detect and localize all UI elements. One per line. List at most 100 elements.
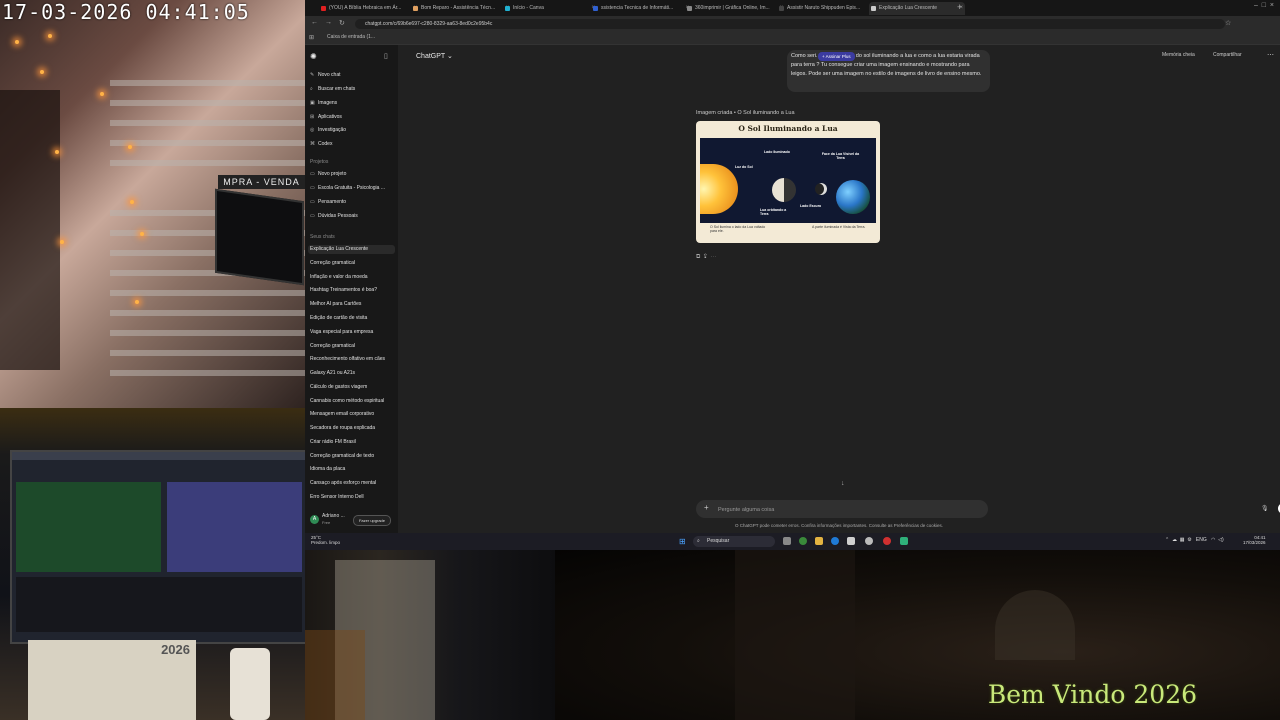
chevron-up-icon[interactable]: ⌃ <box>1165 537 1169 543</box>
forward-icon[interactable]: → <box>325 19 332 26</box>
browser-tab[interactable]: (YOU) A Bíblia Hebraica em Ár...× <box>319 2 419 15</box>
weather-widget[interactable]: 25°C Predom. limpo <box>311 535 340 545</box>
browser-tab[interactable]: Bom Reparo - Assistência Técn...× <box>411 2 511 15</box>
share-button[interactable]: Compartilhar <box>1213 52 1242 58</box>
sidebar-item-new-chat[interactable]: ✎ Novo chat <box>310 71 395 80</box>
sidebar-toggle-icon[interactable]: ▯ <box>384 52 388 60</box>
task-view-icon[interactable] <box>783 537 791 545</box>
chat-history-item[interactable]: Criar rádio FM Brasil <box>310 438 395 447</box>
chat-history-item[interactable]: Vaga especial para empresa <box>310 328 395 337</box>
browser-tab[interactable]: ssistencia Tecnica de Informáti...× <box>591 2 691 15</box>
browser-tab-active[interactable]: Explicação Lua Crescente × <box>869 2 965 15</box>
shelf-shadow <box>735 550 855 720</box>
desk-calendar: 2026 <box>28 640 196 720</box>
system-tray[interactable]: ⌃ ☁ ▦ ⚙ ENG ◠ ◁) <box>1165 537 1224 543</box>
apps-grid-icon[interactable]: ⊞ <box>309 34 314 41</box>
microphone-icon[interactable]: 🎙 <box>1261 505 1269 512</box>
sidebar-item-research[interactable]: ◎ Investigação <box>310 126 395 135</box>
star-icon[interactable]: ☆ <box>1225 19 1231 27</box>
edge-icon[interactable] <box>831 537 839 545</box>
chat-history-item[interactable]: Secadora de roupa explicada <box>310 424 395 433</box>
chrome-icon[interactable] <box>799 537 807 545</box>
image-space-scene: Luz do Sol Lado Iluminado Face da Lua Vi… <box>700 138 876 223</box>
sidebar-project[interactable]: ▭ Pensamento <box>310 198 395 207</box>
sidebar-item-label: Dúvidas Pessoais <box>318 213 358 219</box>
sidebar-item-codex[interactable]: ⌘ Codex <box>310 140 395 149</box>
browser-tab[interactable]: 360imprimir | Gráfica Online, Im...× <box>685 2 785 15</box>
chat-history-item[interactable]: Cansaço após esforço mental <box>310 479 395 488</box>
chat-history-item[interactable]: Galaxy A21 ou A21s <box>310 369 395 378</box>
sidebar-item-label: Codex <box>318 141 333 147</box>
chrome-profile-icon[interactable] <box>883 537 891 545</box>
sidebar-project[interactable]: ▭ Novo projeto <box>310 170 395 179</box>
chat-history-item[interactable]: Idioma da placa <box>310 465 395 474</box>
chat-history-item[interactable]: Melhor AI para Cartões <box>310 300 395 309</box>
tab-favicon <box>871 6 876 11</box>
back-icon[interactable]: ← <box>311 19 318 26</box>
prompt-input[interactable] <box>716 504 950 516</box>
chat-history-item[interactable]: Inflação e valor da moeda <box>310 273 395 282</box>
string-light <box>130 200 134 204</box>
sidebar-item-apps[interactable]: ⊞ Aplicativos <box>310 113 395 122</box>
chat-main <box>398 45 1280 533</box>
chat-history-item[interactable]: Reconhecimento olfativo em cães <box>310 355 395 364</box>
wall-tv <box>215 188 304 286</box>
street-sign: MPRA - VENDA <box>218 175 305 189</box>
system-clock[interactable]: 04:41 17/03/2026 <box>1243 535 1266 545</box>
browser-tab[interactable]: Início - Canva× <box>503 2 597 15</box>
avatar[interactable]: A <box>310 515 319 524</box>
chat-history-item[interactable]: Edição de cartão de visita <box>310 314 395 323</box>
volume-icon[interactable]: ◁) <box>1218 537 1224 543</box>
sidebar-project[interactable]: ▭ Dúvidas Pessoais <box>310 212 395 221</box>
more-icon[interactable]: ⋯ <box>710 254 716 260</box>
language-indicator[interactable]: ENG <box>1196 537 1207 543</box>
upgrade-button[interactable]: Fazer upgrade <box>353 515 391 526</box>
chat-history-item[interactable]: Hashtag Treinamentos é boa? <box>310 286 395 295</box>
sidebar-item-search[interactable]: ⌕ Buscar em chats <box>310 85 395 94</box>
reload-icon[interactable]: ↻ <box>339 19 345 27</box>
chat-history-item[interactable]: Correção gramatical de texto <box>310 452 395 461</box>
chat-history-item-selected[interactable]: Explicação Lua Crescente <box>308 245 395 254</box>
search-icon: ⌕ <box>697 538 700 544</box>
chatgpt-logo-icon[interactable]: ✺ <box>310 52 317 61</box>
store-icon[interactable] <box>847 537 855 545</box>
chat-history-item[interactable]: Correção gramatical <box>310 342 395 351</box>
scroll-down-icon[interactable]: ↓ <box>841 480 845 487</box>
chat-history-item[interactable]: Cannabis como método espiritual <box>310 397 395 406</box>
camera-feed-room: MPRA - VENDA <box>0 0 305 408</box>
browser-tab[interactable]: Assistir Naruto Shippuden Epis...× <box>777 2 877 15</box>
user-name[interactable]: Adriano ... <box>322 513 345 519</box>
taskbar-search[interactable]: ⌕ Pesquisar <box>693 536 775 547</box>
folder-plus-icon: ▭ <box>310 171 315 177</box>
sidebar-item-images[interactable]: ▣ Imagens <box>310 99 395 108</box>
blind-slat <box>110 330 305 336</box>
url-field[interactable]: chatgpt.com/c/69b6e697-c280-8329-aa63-8e… <box>355 19 1225 29</box>
new-tab-button[interactable]: + <box>957 2 962 12</box>
string-light <box>135 300 139 304</box>
upgrade-plus-badge[interactable]: + Assinar Plus <box>818 52 855 61</box>
sidebar-item-label: Escola Gratuita - Psicologia ... <box>318 185 385 191</box>
attach-plus-icon[interactable]: + <box>704 503 709 512</box>
windows-start-icon[interactable]: ⊞ <box>679 537 688 546</box>
chat-history-item[interactable]: Cálculo de gastos viagem <box>310 383 395 392</box>
chat-history-item[interactable]: Mensagem email corporativo <box>310 410 395 419</box>
app-icon[interactable] <box>900 537 908 545</box>
generated-image[interactable]: O Sol Iluminando a Lua Luz do Sol Lado I… <box>696 121 880 243</box>
share-icon[interactable]: ⇪ <box>704 254 707 260</box>
window-controls[interactable]: – □ × <box>1254 2 1274 9</box>
obs-icon[interactable] <box>865 537 873 545</box>
file-explorer-icon[interactable] <box>815 537 823 545</box>
bookmark-item[interactable]: Caixa de entrada (1... <box>327 34 375 40</box>
string-light <box>40 70 44 74</box>
chats-heading: Seus chats <box>310 234 335 240</box>
more-options-icon[interactable]: ⋯ <box>1267 51 1274 59</box>
chat-history-item[interactable]: Erro Sensor Interno Dell <box>310 493 395 502</box>
copy-icon[interactable]: ⧉ <box>696 254 700 260</box>
model-selector[interactable]: ChatGPT ⌄ <box>416 52 453 60</box>
memory-status[interactable]: Memória cheia <box>1162 52 1195 58</box>
composer: + <box>696 500 988 518</box>
sun-illustration <box>700 164 738 214</box>
sidebar-project[interactable]: ▭ Escola Gratuita - Psicologia ... <box>310 184 395 193</box>
wifi-icon[interactable]: ◠ <box>1211 537 1215 543</box>
chat-history-item[interactable]: Correção gramatical <box>310 259 395 268</box>
